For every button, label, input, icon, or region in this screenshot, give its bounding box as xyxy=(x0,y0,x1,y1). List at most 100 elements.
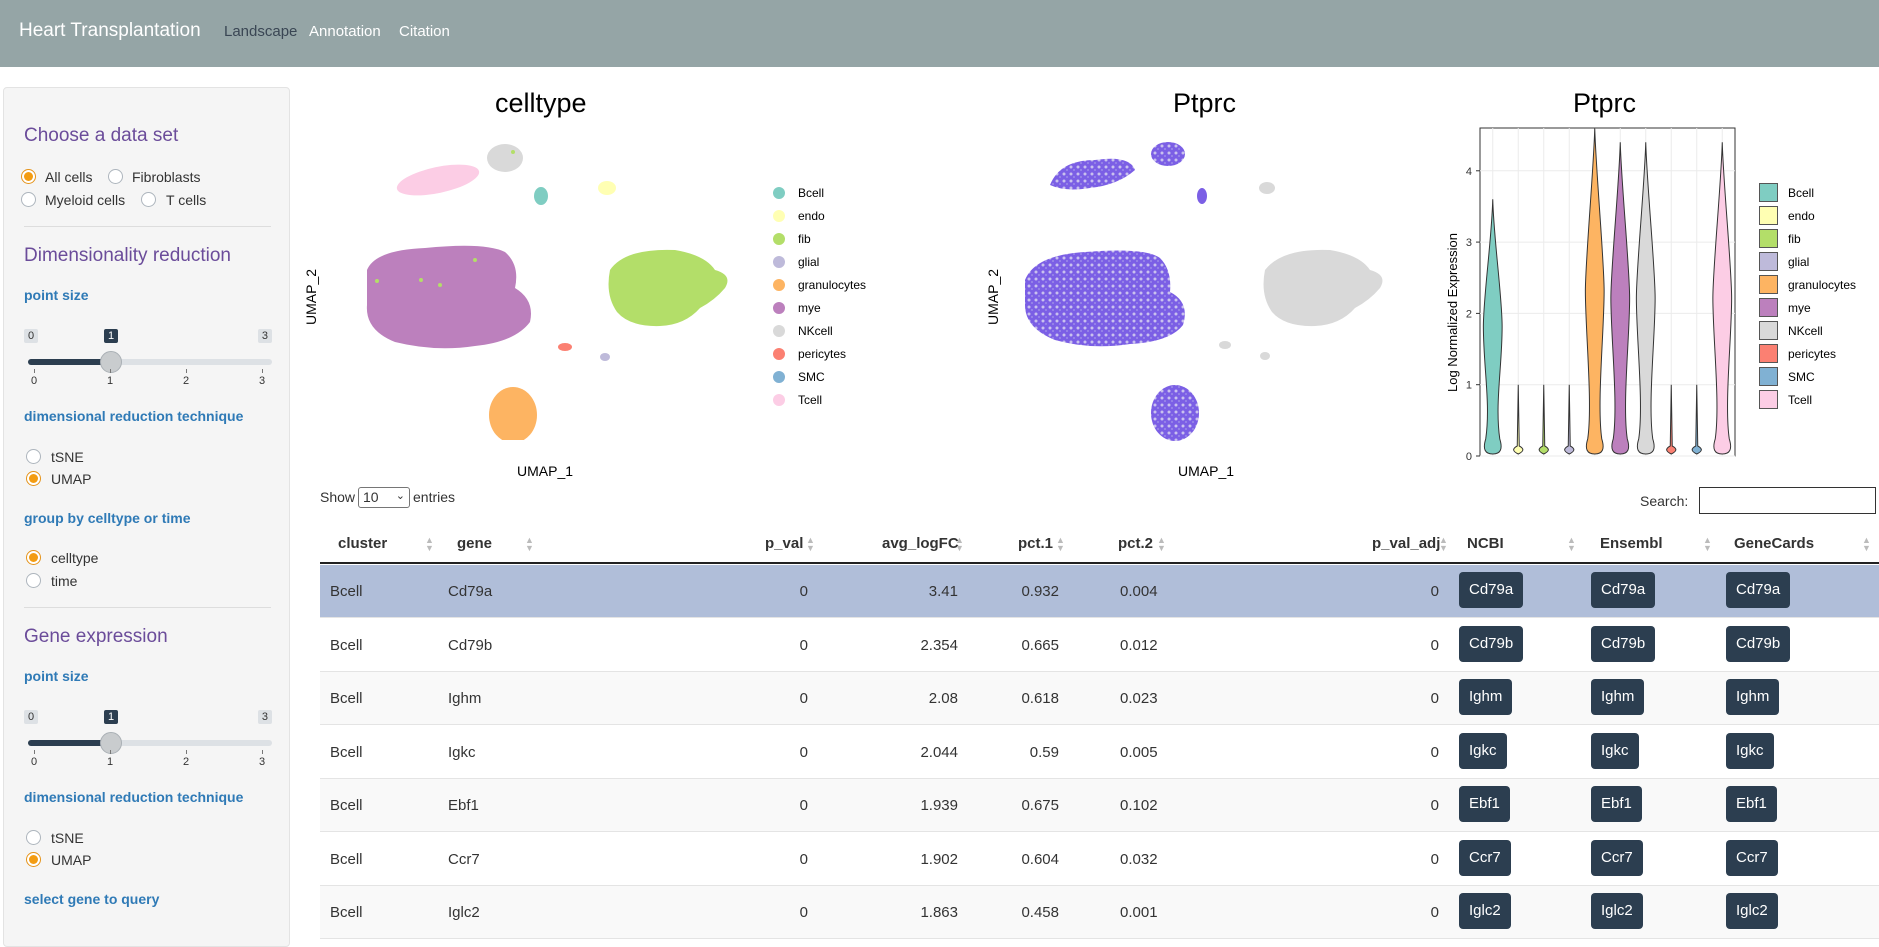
genecards-link-button[interactable]: Ccr7 xyxy=(1726,839,1778,876)
app-title[interactable]: Heart Transplantation xyxy=(19,20,201,42)
col-pct2[interactable]: pct.2 xyxy=(1118,535,1153,552)
col-genecards[interactable]: GeneCards xyxy=(1734,535,1814,552)
ensembl-link-button[interactable]: Ccr7 xyxy=(1591,839,1643,876)
col-p-val[interactable]: p_val xyxy=(765,535,803,552)
table-row[interactable]: Bcell Iglc2 0 1.863 0.458 0.001 0 Iglc2 Iglc2 Igl… xyxy=(320,886,1879,939)
genecards-link-button[interactable]: Cd79a xyxy=(1726,572,1791,608)
col-ensembl[interactable]: Ensembl xyxy=(1600,535,1663,552)
col-gene[interactable]: gene xyxy=(457,535,492,552)
sort-icon[interactable]: ▲ ▼ xyxy=(525,536,534,553)
col-pct1[interactable]: pct.1 xyxy=(1018,535,1053,552)
genecards-link-button[interactable]: Ighm xyxy=(1726,679,1780,715)
radio-celltype[interactable] xyxy=(26,550,41,565)
col-ncbi[interactable]: NCBI xyxy=(1467,535,1504,552)
legend-label: NKcell xyxy=(798,324,833,338)
violin-title: Ptprc xyxy=(1573,88,1637,118)
sort-icon[interactable]: ▲ ▼ xyxy=(425,536,434,553)
radio-label-myeloid-cells[interactable]: Myeloid cells xyxy=(45,192,125,208)
radio-umap[interactable] xyxy=(26,471,41,486)
col-avg-logfc[interactable]: avg_logFC xyxy=(882,535,959,552)
sort-icon[interactable]: ▲ ▼ xyxy=(1157,536,1166,553)
search-input[interactable] xyxy=(1699,487,1876,514)
ncbi-link-button[interactable]: Cd79a xyxy=(1459,572,1524,608)
radio-myeloid-cells[interactable] xyxy=(21,192,36,207)
sort-icon[interactable]: ▲ ▼ xyxy=(955,536,964,553)
table-row[interactable]: Bcell Ebf1 0 1.939 0.675 0.102 0 Ebf1 Ebf1 Ebf1 xyxy=(320,779,1879,832)
dimred-point-size-slider[interactable]: 0 1 3 0 1 2 3 xyxy=(24,329,272,389)
y-tick-label: 0 xyxy=(1466,451,1472,463)
radio-label-umap[interactable]: UMAP xyxy=(51,471,91,487)
radio-label-time[interactable]: time xyxy=(51,573,77,589)
legend-swatch xyxy=(773,279,785,291)
sort-icon[interactable]: ▲ ▼ xyxy=(1703,536,1712,553)
legend-label: Bcell xyxy=(798,186,825,200)
radio-label-gene-tsne[interactable]: tSNE xyxy=(51,830,84,846)
ensembl-link-button[interactable]: Cd79b xyxy=(1591,625,1656,662)
radio-all-cells[interactable] xyxy=(21,169,36,184)
table-row[interactable]: Bcell Cd79a 0 3.41 0.932 0.004 0 Cd79a Cd79a Cd79… xyxy=(320,565,1879,618)
sort-icon[interactable]: ▲ ▼ xyxy=(1567,536,1576,553)
ensembl-link-button[interactable]: Ighm xyxy=(1591,679,1645,715)
genecards-link-button[interactable]: Cd79b xyxy=(1726,625,1791,662)
legend-item: Bcell xyxy=(773,186,824,200)
radio-gene-umap[interactable] xyxy=(26,852,41,867)
col-cluster[interactable]: cluster xyxy=(338,535,387,552)
genecards-link-button[interactable]: Iglc2 xyxy=(1726,893,1778,929)
table-row[interactable]: Bcell Cd79b 0 2.354 0.665 0.012 0 Cd79b Cd79b Cd7… xyxy=(320,618,1879,672)
ncbi-link-button[interactable]: Cd79b xyxy=(1459,625,1524,662)
radio-label-gene-umap[interactable]: UMAP xyxy=(51,852,91,868)
sort-icon[interactable]: ▲ ▼ xyxy=(1439,536,1448,553)
sort-icon[interactable]: ▲ ▼ xyxy=(1862,536,1871,553)
col-p-val-adj[interactable]: p_val_adj xyxy=(1372,535,1440,552)
ensembl-link-button[interactable]: Ebf1 xyxy=(1591,786,1642,822)
radio-label-t-cells[interactable]: T cells xyxy=(166,192,206,208)
nav-annotation[interactable]: Annotation xyxy=(309,23,381,40)
legend-swatch xyxy=(773,187,785,199)
entries-select[interactable]: 10 ⌄ xyxy=(358,487,410,508)
legend-label: mye xyxy=(1788,301,1811,315)
slider-max: 3 xyxy=(257,710,272,724)
slider-tick: 1 xyxy=(107,756,114,768)
genecards-link-button[interactable]: Ebf1 xyxy=(1726,786,1777,822)
table-header: cluster ▲ ▼ gene ▲ ▼ p_val ▲ ▼ avg_logFC ▲ ▼ pct… xyxy=(320,528,1879,564)
cell-pct2: 0.023 xyxy=(1120,690,1158,707)
legend-item: mye xyxy=(1759,298,1811,317)
ncbi-link-button[interactable]: Ebf1 xyxy=(1459,786,1510,822)
slider-handle[interactable] xyxy=(100,351,122,373)
umap-celltype-scatter xyxy=(366,144,728,440)
radio-fibroblasts[interactable] xyxy=(108,169,123,184)
table-row[interactable]: Bcell Ccr7 0 1.902 0.604 0.032 0 Ccr7 Ccr7 Ccr7 xyxy=(320,832,1879,886)
ncbi-link-button[interactable]: Iglc2 xyxy=(1459,893,1511,929)
nav-citation[interactable]: Citation xyxy=(399,23,450,40)
radio-t-cells[interactable] xyxy=(141,192,156,207)
dimred-title: Dimensionality reduction xyxy=(24,245,231,266)
cell-p-val: 0 xyxy=(799,636,808,654)
radio-label-fibroblasts[interactable]: Fibroblasts xyxy=(132,169,200,185)
sort-icon[interactable]: ▲ ▼ xyxy=(1056,536,1065,553)
table-row[interactable]: Bcell Igkc 0 2.044 0.59 0.005 0 Igkc Igkc Igkc xyxy=(320,725,1879,779)
ncbi-link-button[interactable]: Igkc xyxy=(1459,732,1507,769)
legend-item: SMC xyxy=(1759,367,1815,386)
table-row[interactable]: Bcell Ighm 0 2.08 0.618 0.023 0 Ighm Ighm Ighm xyxy=(320,672,1879,725)
sort-icon[interactable]: ▲ ▼ xyxy=(806,536,815,553)
radio-time[interactable] xyxy=(26,573,41,588)
gene-point-size-slider[interactable]: 0 1 3 0 1 2 3 xyxy=(24,710,272,770)
dimred-point-size-label: point size xyxy=(24,287,89,303)
legend-item: NKcell xyxy=(1759,321,1823,340)
radio-label-celltype[interactable]: celltype xyxy=(51,550,98,566)
genecards-link-button[interactable]: Igkc xyxy=(1726,732,1774,769)
ensembl-link-button[interactable]: Cd79a xyxy=(1591,572,1656,608)
nav-landscape[interactable]: Landscape xyxy=(224,23,297,40)
radio-tsne[interactable] xyxy=(26,449,41,464)
legend-item: granulocytes xyxy=(1759,275,1856,294)
legend-swatch xyxy=(1759,344,1778,363)
ensembl-link-button[interactable]: Iglc2 xyxy=(1591,893,1643,929)
radio-gene-tsne[interactable] xyxy=(26,830,41,845)
slider-handle[interactable] xyxy=(100,732,122,754)
legend-label: pericytes xyxy=(798,347,847,361)
radio-label-tsne[interactable]: tSNE xyxy=(51,449,84,465)
ncbi-link-button[interactable]: Ighm xyxy=(1459,679,1513,715)
radio-label-all-cells[interactable]: All cells xyxy=(45,169,92,185)
ensembl-link-button[interactable]: Igkc xyxy=(1591,732,1639,769)
ncbi-link-button[interactable]: Ccr7 xyxy=(1459,839,1511,876)
